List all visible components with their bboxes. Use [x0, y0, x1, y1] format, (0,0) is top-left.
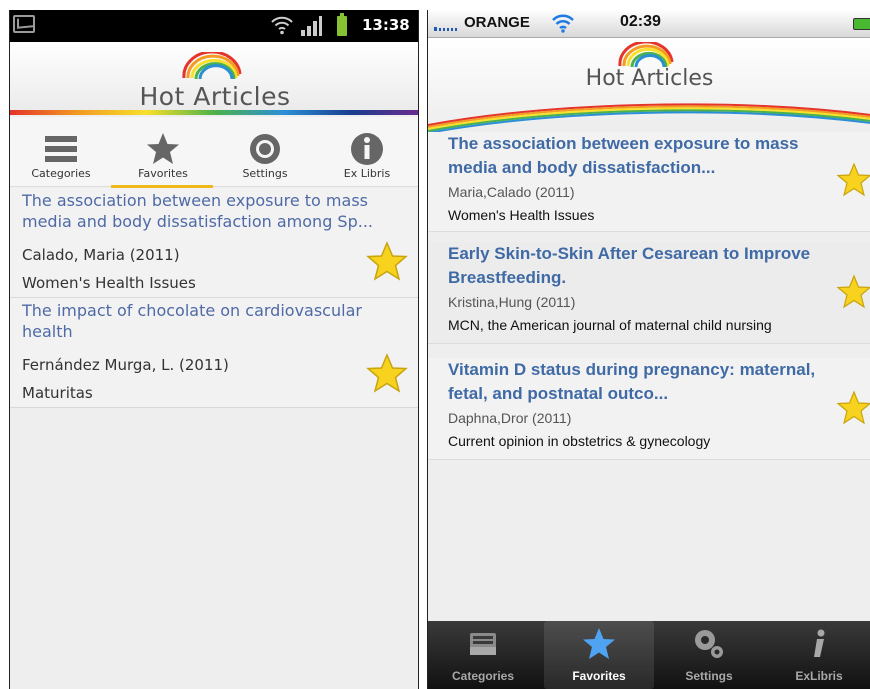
carrier-name: ORANGE — [464, 14, 530, 31]
article-title: The impact of chocolate on cardiovascula… — [22, 301, 362, 341]
battery-icon — [853, 18, 870, 30]
article-journal: Women's Health Issues — [22, 274, 196, 292]
rainbow-logo-icon — [182, 52, 242, 80]
gear-icon — [250, 134, 280, 164]
status-time: 02:39 — [620, 13, 661, 30]
list-item[interactable]: Vitamin D status during pregnancy: mater… — [428, 358, 870, 460]
ios-screen: ORANGE 02:39 Hot Articles The associatio… — [427, 10, 870, 689]
tab-label: Favorites — [138, 167, 188, 180]
tab-settings[interactable]: Settings — [214, 117, 316, 187]
android-screen: 13:38 Hot Articles Categories Favorites — [9, 10, 419, 689]
article-title: The association between exposure to mass… — [448, 134, 799, 177]
article-author: Maria,Calado (2011) — [448, 184, 575, 200]
android-status-bar: 13:38 — [10, 10, 418, 42]
tab-favorites[interactable]: Favorites — [544, 621, 654, 689]
rainbow-swoosh — [428, 103, 870, 133]
favorite-star-icon[interactable] — [365, 352, 409, 396]
article-title: The association between exposure to mass… — [22, 191, 373, 231]
list-item[interactable]: The association between exposure to mass… — [10, 188, 418, 298]
gears-icon — [695, 630, 723, 658]
tab-categories[interactable]: Categories — [428, 621, 538, 689]
battery-icon — [337, 13, 347, 36]
wifi-icon — [271, 16, 293, 35]
tab-settings[interactable]: Settings — [654, 621, 764, 689]
app-header: Hot Articles — [10, 42, 418, 114]
list-icon — [45, 136, 77, 162]
article-author: Calado, Maria (2011) — [22, 246, 180, 264]
list-item[interactable]: Early Skin-to-Skin After Cesarean to Imp… — [428, 242, 870, 344]
ios-status-bar: ORANGE 02:39 — [428, 10, 870, 38]
info-icon — [814, 629, 825, 657]
article-journal: Maturitas — [22, 384, 93, 402]
tab-label: Favorites — [572, 669, 626, 683]
app-title: Hot Articles — [139, 82, 291, 111]
list-item[interactable]: The association between exposure to mass… — [428, 132, 870, 232]
rainbow-logo-icon — [618, 42, 674, 68]
status-time: 13:38 — [362, 16, 410, 34]
article-title: Vitamin D status during pregnancy: mater… — [448, 360, 816, 403]
info-icon — [351, 133, 383, 165]
article-journal: MCN, the American journal of maternal ch… — [448, 317, 772, 333]
star-icon — [583, 628, 615, 659]
article-title: Early Skin-to-Skin After Cesarean to Imp… — [448, 244, 811, 287]
article-journal: Women's Health Issues — [448, 207, 595, 223]
favorite-star-icon[interactable] — [836, 162, 870, 198]
app-header: Hot Articles — [428, 38, 870, 133]
tab-favorites[interactable]: Favorites — [112, 117, 214, 187]
favorite-star-icon[interactable] — [836, 390, 870, 426]
ios-tab-bar: Categories Favorites Settings ExLibris — [428, 621, 870, 689]
wifi-icon — [552, 14, 574, 33]
tab-categories[interactable]: Categories — [10, 117, 112, 187]
favorite-star-icon[interactable] — [836, 274, 870, 310]
tab-ex-libris[interactable]: Ex Libris — [316, 117, 418, 187]
article-journal: Current opinion in obstetrics & gynecolo… — [448, 433, 711, 449]
tab-ex-libris[interactable]: ExLibris — [764, 621, 870, 689]
tab-label: ExLibris — [795, 669, 843, 683]
signal-icon — [434, 27, 457, 31]
android-tab-bar: Categories Favorites Settings Ex Libris — [10, 117, 418, 189]
tab-label: Categories — [451, 669, 515, 683]
article-author: Fernández Murga, L. (2011) — [22, 356, 229, 374]
favorite-star-icon[interactable] — [365, 240, 409, 284]
tab-label: Settings — [685, 669, 733, 683]
star-icon — [147, 133, 179, 164]
tray-icon — [470, 633, 496, 655]
rainbow-divider — [10, 110, 418, 115]
tab-label: Ex Libris — [343, 167, 391, 180]
article-author: Kristina,Hung (2011) — [448, 294, 576, 310]
mail-icon — [13, 15, 35, 33]
signal-icon — [301, 16, 322, 36]
tab-label: Settings — [242, 167, 288, 180]
tab-label: Categories — [31, 167, 91, 180]
article-author: Daphna,Dror (2011) — [448, 410, 572, 426]
list-item[interactable]: The impact of chocolate on cardiovascula… — [10, 298, 418, 408]
